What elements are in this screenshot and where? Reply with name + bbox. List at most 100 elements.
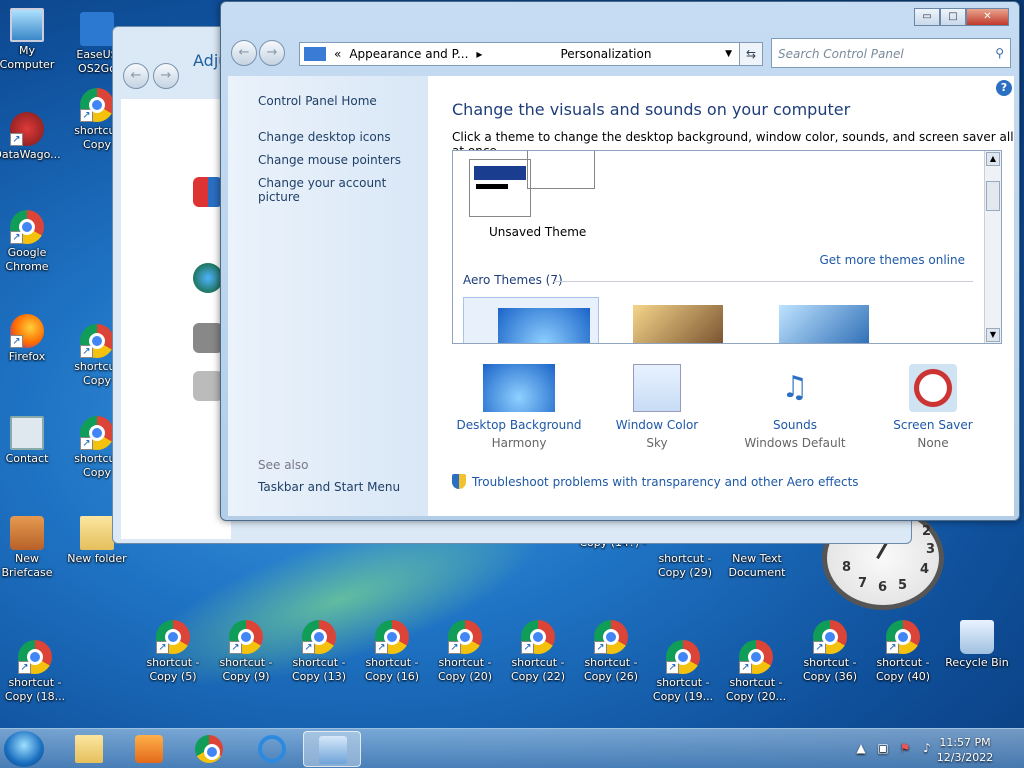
desktop-background-option[interactable]: Desktop Background Harmony xyxy=(454,364,584,450)
clock-number: 3 xyxy=(926,542,936,557)
desktop-icon-new-text-document[interactable]: New Text Document xyxy=(722,552,792,580)
desktop-icon-shortcut[interactable]: shortcut - Copy (29) xyxy=(650,552,720,580)
taskbar-start-menu-link[interactable]: Taskbar and Start Menu xyxy=(258,480,400,494)
back-arrow-icon[interactable]: ← xyxy=(231,40,257,66)
desktop-icon-shortcut[interactable]: ↗ shortcut - Copy (19... xyxy=(648,640,718,704)
control-panel-icon xyxy=(304,47,326,61)
desktop-icon-contact[interactable]: Contact xyxy=(0,416,62,466)
desktop-icon-my-computer[interactable]: My Computer xyxy=(0,8,62,72)
desktop-icon-shortcut[interactable]: ↗ shortcut - Copy (20) xyxy=(430,620,500,684)
easeus-icon xyxy=(80,12,114,46)
forward-arrow-icon[interactable]: → xyxy=(259,40,285,66)
clock-number: 2 xyxy=(922,524,932,539)
desktop-icon-shortcut[interactable]: ↗ shortcut - Copy (36) xyxy=(795,620,865,684)
theme-tile-windows7[interactable] xyxy=(463,297,599,343)
unsaved-theme-label[interactable]: Unsaved Theme xyxy=(489,225,586,239)
chrome-icon: ↗ xyxy=(886,620,920,654)
theme-tile-architecture[interactable] xyxy=(613,297,733,343)
desktop-icon-shortcut[interactable]: ↗ shortcut - Copy (13) xyxy=(284,620,354,684)
option-value: Windows Default xyxy=(744,436,846,450)
forward-arrow-icon[interactable]: → xyxy=(152,63,179,89)
thumbnail-titlebar xyxy=(474,166,526,180)
breadcrumb-appearance[interactable]: Appearance and P... xyxy=(345,47,472,61)
desktop-icon-shortcut[interactable]: ↗ shortcut - Copy (40) xyxy=(868,620,938,684)
address-bar[interactable]: « Appearance and P... ▸ Personalization … xyxy=(299,42,761,66)
desktop-icon-datawagon[interactable]: ↗ DataWago... xyxy=(0,112,62,162)
chrome-icon: ↗ xyxy=(18,640,52,674)
wallpaper-icon xyxy=(483,364,555,412)
desktop-icon-new-briefcase[interactable]: New Briefcase xyxy=(0,516,62,580)
clock-number: 4 xyxy=(920,562,930,577)
screen-saver-option[interactable]: Screen Saver None xyxy=(868,364,998,450)
chrome-icon: ↗ xyxy=(521,620,555,654)
control-panel-home-link[interactable]: Control Panel Home xyxy=(258,94,377,108)
scroll-up-icon[interactable]: ▲ xyxy=(986,152,1000,166)
change-mouse-pointers-link[interactable]: Change mouse pointers xyxy=(258,153,401,167)
help-icon[interactable]: ? xyxy=(996,80,1012,96)
desktop-icon-shortcut[interactable]: ↗ shortcut - Copy (22) xyxy=(503,620,573,684)
breadcrumb-separator[interactable]: ▸ xyxy=(472,47,486,61)
taskbar-chrome[interactable] xyxy=(180,731,238,767)
personalization-window[interactable]: ▭ □ ✕ ← → « Appearance and P... ▸ Person… xyxy=(220,1,1020,521)
theme-scrollbar[interactable]: ▲ ▼ xyxy=(984,151,1001,343)
search-icon[interactable]: ⚲ xyxy=(995,46,1004,60)
show-hidden-icons-icon[interactable]: ▲ xyxy=(854,741,868,755)
breadcrumb-personalization[interactable]: Personalization xyxy=(556,47,655,61)
search-input[interactable]: Search Control Panel ⚲ xyxy=(771,38,1011,68)
taskbar-clock[interactable]: 11:57 PM 12/3/2022 xyxy=(930,735,1000,765)
back-window-nav: ← → xyxy=(123,63,179,89)
sounds-option[interactable]: ♫ Sounds Windows Default xyxy=(730,364,860,450)
theme-tile-characters[interactable] xyxy=(749,297,869,343)
get-more-themes-link[interactable]: Get more themes online xyxy=(819,253,965,267)
theme-list[interactable]: Unsaved Theme Get more themes online Aer… xyxy=(452,150,1002,344)
minimize-button[interactable]: ▭ xyxy=(914,8,940,26)
scroll-thumb[interactable] xyxy=(986,181,1000,211)
close-button[interactable]: ✕ xyxy=(966,8,1009,26)
change-desktop-icons-link[interactable]: Change desktop icons xyxy=(258,130,391,144)
start-button[interactable] xyxy=(4,731,44,767)
desktop-icon-shortcut[interactable]: ↗ shortcut - Copy (16) xyxy=(357,620,427,684)
main-pane: ? Change the visuals and sounds on your … xyxy=(428,76,1014,516)
chrome-icon: ↗ xyxy=(80,88,114,122)
troubleshoot-link[interactable]: Troubleshoot problems with transparency … xyxy=(452,474,859,489)
chrome-icon: ↗ xyxy=(80,416,114,450)
caption-buttons: ▭ □ ✕ xyxy=(914,8,1009,26)
scroll-down-icon[interactable]: ▼ xyxy=(986,328,1000,342)
unsaved-theme-thumbnail[interactable] xyxy=(469,159,531,217)
change-account-picture-link[interactable]: Change your account picture xyxy=(258,176,428,204)
taskbar-control-panel[interactable] xyxy=(303,731,361,767)
chevron-down-icon[interactable]: ▼ xyxy=(721,49,736,59)
desktop-icon-shortcut[interactable]: ↗ shortcut - Copy (5) xyxy=(138,620,208,684)
desktop-icon-shortcut[interactable]: ↗ shortcut - Copy (26) xyxy=(576,620,646,684)
thumbnail-line xyxy=(476,184,508,189)
taskbar-internet-explorer[interactable] xyxy=(243,731,301,767)
refresh-button[interactable]: ⇆ xyxy=(739,42,763,66)
desktop-icon-recycle-bin[interactable]: Recycle Bin xyxy=(942,620,1012,670)
window-color-option[interactable]: Window Color Sky xyxy=(592,364,722,450)
desktop-icon-shortcut[interactable]: ↗ shortcut - Copy (18... xyxy=(0,640,70,704)
maximize-button[interactable]: □ xyxy=(940,8,966,26)
desktop-icon-shortcut[interactable]: ↗ shortcut - Copy (20... xyxy=(721,640,791,704)
back-arrow-icon[interactable]: ← xyxy=(123,63,149,89)
chrome-icon: ↗ xyxy=(302,620,336,654)
address-overflow[interactable]: « xyxy=(330,47,345,61)
chrome-icon: ↗ xyxy=(80,324,114,358)
action-center-icon[interactable]: ⚑ xyxy=(898,741,912,755)
desktop-icon-shortcut[interactable]: ↗ shortcut - Copy (9) xyxy=(211,620,281,684)
control-panel-icon xyxy=(319,736,347,764)
globe-icon xyxy=(193,263,223,293)
taskbar-media-player[interactable] xyxy=(120,731,178,767)
theme-preview xyxy=(779,305,869,343)
network-icon[interactable]: ▣ xyxy=(876,741,890,755)
desktop-icon-google-chrome[interactable]: ↗ Google Chrome xyxy=(0,210,62,274)
taskbar-explorer[interactable] xyxy=(60,731,118,767)
group-divider xyxy=(553,281,973,282)
internet-explorer-icon xyxy=(258,735,286,763)
search-placeholder: Search Control Panel xyxy=(778,47,904,61)
left-pane: Control Panel Home Change desktop icons … xyxy=(228,76,428,516)
theme-preview xyxy=(633,305,723,343)
shield-icon xyxy=(193,177,223,207)
chrome-icon: ↗ xyxy=(666,640,700,674)
desktop-icon-firefox[interactable]: ↗ Firefox xyxy=(0,314,62,364)
taskbar: ▲ ▣ ⚑ ♪ 11:57 PM 12/3/2022 xyxy=(0,728,1024,768)
